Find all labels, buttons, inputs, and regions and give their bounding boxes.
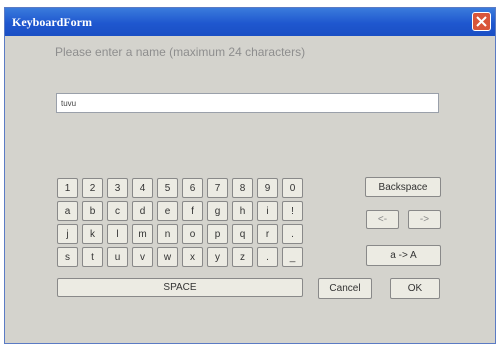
key[interactable]: b bbox=[82, 201, 103, 221]
keyboard-keys: 1 2 3 4 5 6 7 8 9 0 a b c d e f g h i! j k l m n o p q r. s t u v w x y z. _ bbox=[57, 178, 303, 267]
key[interactable]: w bbox=[157, 247, 178, 267]
key[interactable]: p bbox=[207, 224, 228, 244]
close-button[interactable] bbox=[472, 12, 491, 31]
key[interactable]: 7 bbox=[207, 178, 228, 198]
key[interactable]: 8 bbox=[232, 178, 253, 198]
case-toggle-button[interactable]: a -> A bbox=[366, 245, 441, 266]
window-title: KeyboardForm bbox=[12, 15, 92, 29]
key[interactable]: . bbox=[282, 224, 303, 244]
key[interactable]: m bbox=[132, 224, 153, 244]
cursor-right-button[interactable]: -> bbox=[408, 210, 441, 229]
key[interactable]: e bbox=[157, 201, 178, 221]
key[interactable]: _ bbox=[282, 247, 303, 267]
key[interactable]: 6 bbox=[182, 178, 203, 198]
backspace-button[interactable]: Backspace bbox=[365, 177, 441, 197]
key[interactable]: 4 bbox=[132, 178, 153, 198]
prompt-text: Please enter a name (maximum 24 characte… bbox=[55, 45, 306, 59]
key[interactable]: y bbox=[207, 247, 228, 267]
key[interactable]: 1 bbox=[57, 178, 78, 198]
name-input[interactable] bbox=[56, 93, 439, 113]
key[interactable]: k bbox=[82, 224, 103, 244]
key[interactable]: u bbox=[107, 247, 128, 267]
key[interactable]: o bbox=[182, 224, 203, 244]
key[interactable]: c bbox=[107, 201, 128, 221]
key[interactable]: x bbox=[182, 247, 203, 267]
ok-button[interactable]: OK bbox=[390, 278, 440, 299]
key[interactable]: g bbox=[207, 201, 228, 221]
key[interactable]: h bbox=[232, 201, 253, 221]
key[interactable]: q bbox=[232, 224, 253, 244]
cancel-button[interactable]: Cancel bbox=[318, 278, 372, 299]
key[interactable]: ! bbox=[282, 201, 303, 221]
key[interactable]: 3 bbox=[107, 178, 128, 198]
key[interactable]: n bbox=[157, 224, 178, 244]
key[interactable]: t bbox=[82, 247, 103, 267]
key[interactable]: . bbox=[257, 247, 278, 267]
key[interactable]: r bbox=[257, 224, 278, 244]
key[interactable]: 5 bbox=[157, 178, 178, 198]
close-icon bbox=[476, 16, 487, 27]
cursor-left-button[interactable]: <- bbox=[366, 210, 399, 229]
key[interactable]: 9 bbox=[257, 178, 278, 198]
title-bar[interactable]: KeyboardForm bbox=[5, 8, 495, 36]
space-key[interactable]: SPACE bbox=[57, 278, 303, 297]
key[interactable]: d bbox=[132, 201, 153, 221]
key[interactable]: f bbox=[182, 201, 203, 221]
key[interactable]: v bbox=[132, 247, 153, 267]
key[interactable]: a bbox=[57, 201, 78, 221]
key[interactable]: i bbox=[257, 201, 278, 221]
key[interactable]: j bbox=[57, 224, 78, 244]
key[interactable]: l bbox=[107, 224, 128, 244]
key[interactable]: 0 bbox=[282, 178, 303, 198]
key[interactable]: z bbox=[232, 247, 253, 267]
key[interactable]: 2 bbox=[82, 178, 103, 198]
key[interactable]: s bbox=[57, 247, 78, 267]
